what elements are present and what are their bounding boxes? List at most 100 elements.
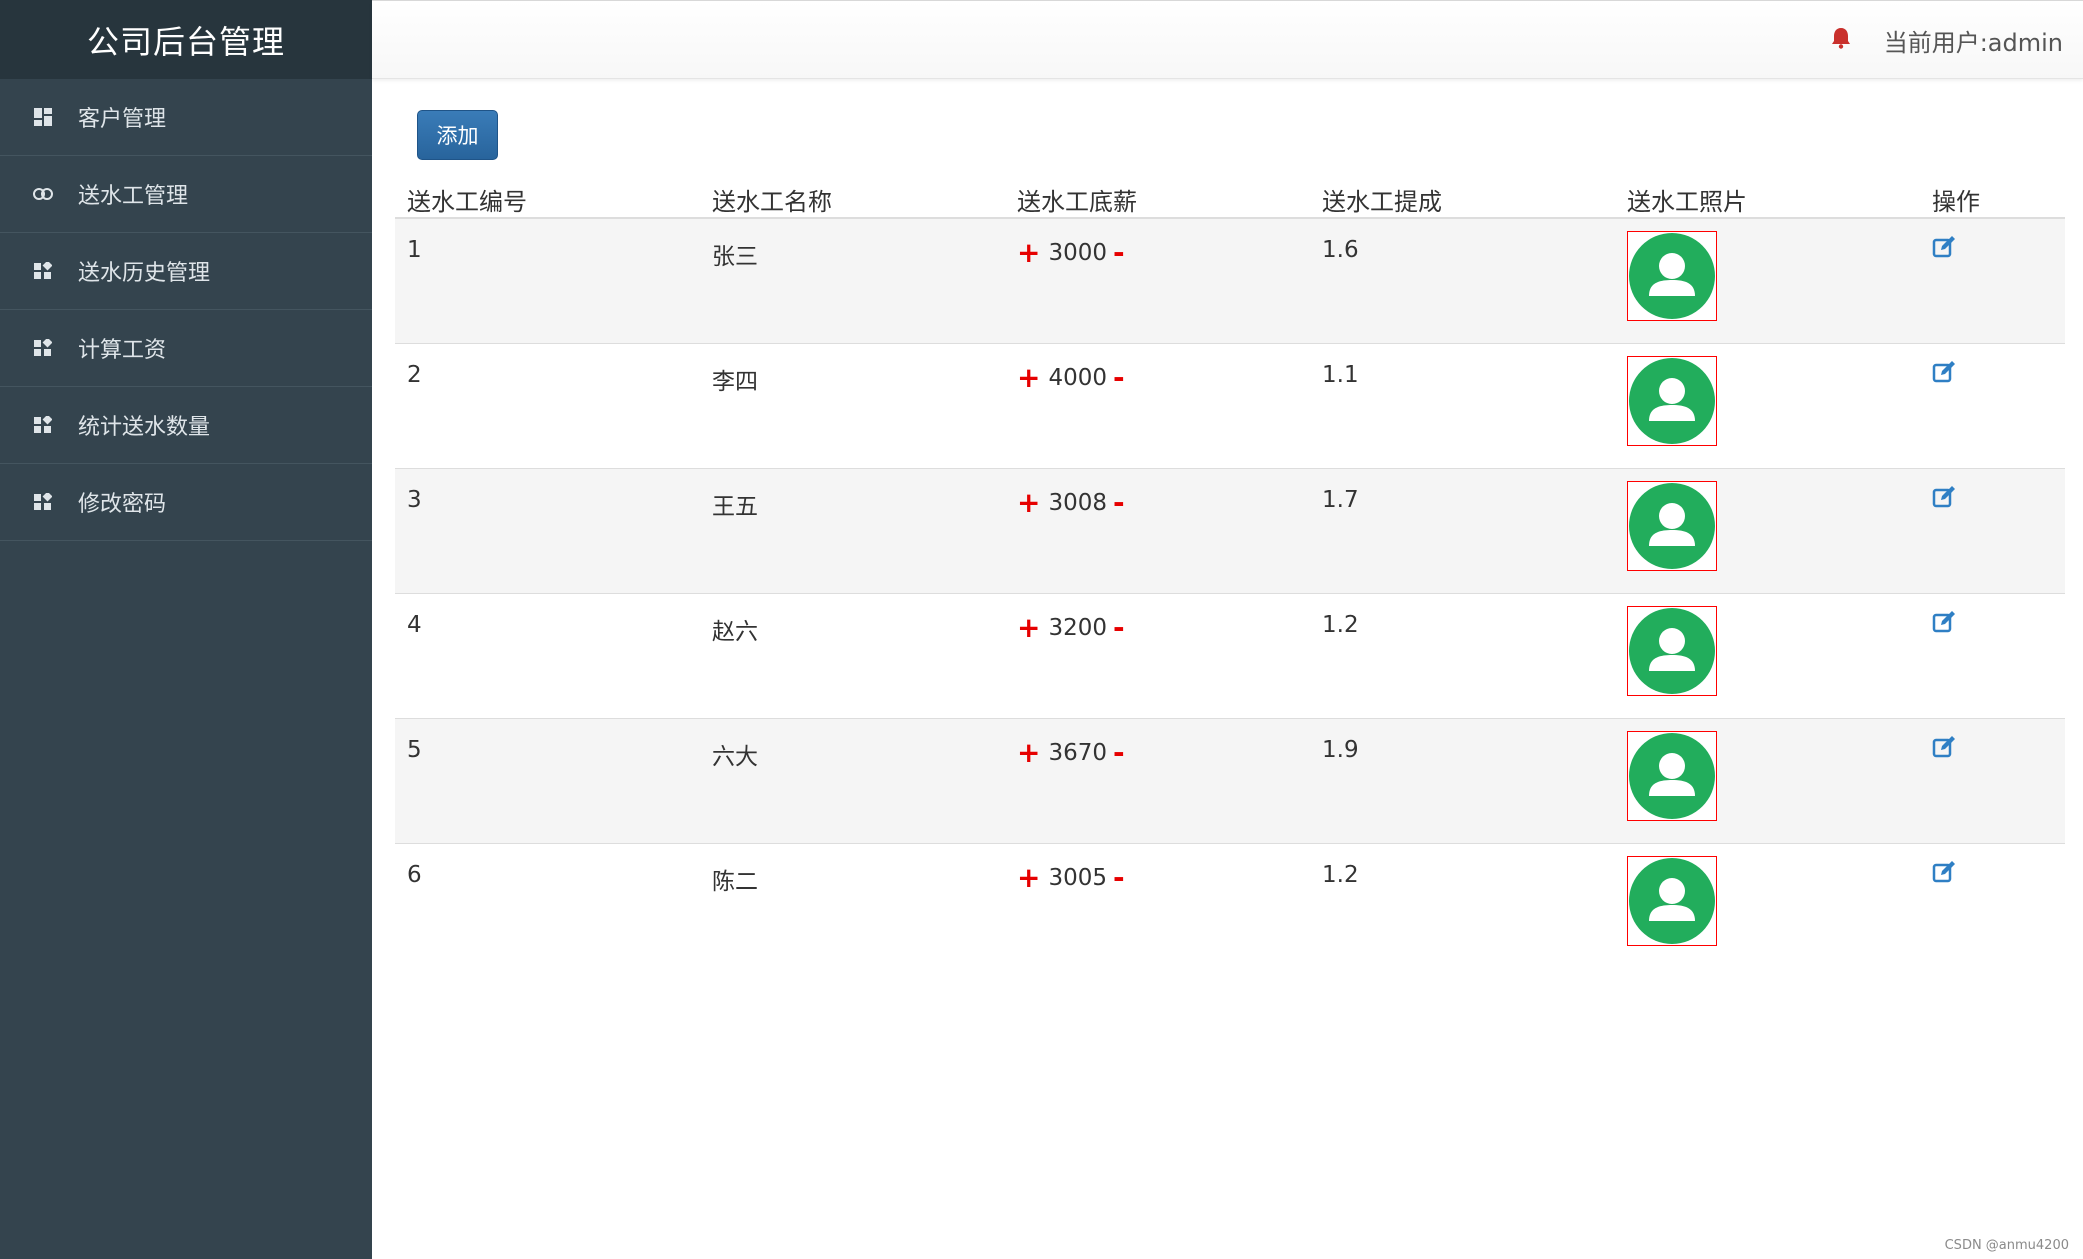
table-row: 6 陈二 + 3005 - 1.2 bbox=[395, 844, 2065, 969]
salary-value: 3008 bbox=[1048, 490, 1108, 516]
cell-salary: + 3670 - bbox=[1017, 739, 1125, 767]
dashboard-icon bbox=[32, 106, 54, 128]
edit-icon[interactable] bbox=[1932, 360, 1958, 386]
worker-photo bbox=[1627, 356, 1717, 446]
edit-icon[interactable] bbox=[1932, 235, 1958, 261]
avatar-icon bbox=[1629, 358, 1715, 444]
avatar-icon bbox=[1629, 858, 1715, 944]
cell-name: 陈二 bbox=[712, 869, 758, 895]
increase-salary-button[interactable]: + bbox=[1017, 739, 1040, 767]
worker-photo bbox=[1627, 481, 1717, 571]
widgets-icon bbox=[32, 414, 54, 436]
table-row: 1 张三 + 3000 - 1.6 bbox=[395, 219, 2065, 344]
table-row: 4 赵六 + 3200 - 1.2 bbox=[395, 594, 2065, 719]
current-user-label: 当前用户:admin bbox=[1883, 29, 2063, 57]
increase-salary-button[interactable]: + bbox=[1017, 239, 1040, 267]
widgets-icon bbox=[32, 337, 54, 359]
column-header-actions: 操作 bbox=[1932, 188, 1980, 216]
edit-icon[interactable] bbox=[1932, 735, 1958, 761]
cell-salary: + 3008 - bbox=[1017, 489, 1125, 517]
link-icon bbox=[32, 183, 54, 205]
worker-photo bbox=[1627, 606, 1717, 696]
cell-id: 1 bbox=[407, 237, 422, 263]
table-row: 3 王五 + 3008 - 1.7 bbox=[395, 469, 2065, 594]
sidebar-item-calc-salary[interactable]: 计算工资 bbox=[0, 310, 372, 387]
cell-commission: 1.7 bbox=[1322, 487, 1359, 513]
salary-value: 3670 bbox=[1048, 740, 1108, 766]
worker-photo bbox=[1627, 856, 1717, 946]
cell-salary: + 3005 - bbox=[1017, 864, 1125, 892]
widgets-icon bbox=[32, 260, 54, 282]
cell-id: 2 bbox=[407, 362, 422, 388]
decrease-salary-button[interactable]: - bbox=[1113, 364, 1125, 392]
cell-name: 张三 bbox=[712, 244, 758, 270]
cell-commission: 1.1 bbox=[1322, 362, 1359, 388]
edit-icon[interactable] bbox=[1932, 485, 1958, 511]
cell-salary: + 3200 - bbox=[1017, 614, 1125, 642]
increase-salary-button[interactable]: + bbox=[1017, 864, 1040, 892]
salary-value: 3000 bbox=[1048, 240, 1108, 266]
cell-name: 王五 bbox=[712, 494, 758, 520]
sidebar-item-label: 送水历史管理 bbox=[78, 261, 211, 286]
avatar-icon bbox=[1629, 733, 1715, 819]
sidebar-item-label: 统计送水数量 bbox=[78, 415, 211, 440]
cell-name: 赵六 bbox=[712, 619, 758, 645]
sidebar-item-change-password[interactable]: 修改密码 bbox=[0, 464, 372, 541]
worker-photo bbox=[1627, 731, 1717, 821]
bell-icon[interactable] bbox=[1831, 27, 1853, 53]
column-header-commission: 送水工提成 bbox=[1322, 188, 1442, 216]
widgets-icon bbox=[32, 491, 54, 513]
increase-salary-button[interactable]: + bbox=[1017, 614, 1040, 642]
column-header-photo: 送水工照片 bbox=[1627, 188, 1747, 216]
salary-value: 4000 bbox=[1048, 365, 1108, 391]
decrease-salary-button[interactable]: - bbox=[1113, 489, 1125, 517]
avatar-icon bbox=[1629, 608, 1715, 694]
avatar-icon bbox=[1629, 233, 1715, 319]
column-header-salary: 送水工底薪 bbox=[1017, 188, 1137, 216]
decrease-salary-button[interactable]: - bbox=[1113, 739, 1125, 767]
cell-commission: 1.9 bbox=[1322, 737, 1359, 763]
top-header: 当前用户:admin bbox=[372, 0, 2083, 79]
column-header-id: 送水工编号 bbox=[407, 188, 527, 216]
table-header: 送水工编号 送水工名称 送水工底薪 送水工提成 送水工照片 操作 bbox=[395, 170, 2065, 219]
main-content: 添加 送水工编号 送水工名称 送水工底薪 送水工提成 送水工照片 操作 1 张三… bbox=[372, 80, 2083, 1259]
cell-commission: 1.2 bbox=[1322, 612, 1359, 638]
sidebar: 公司后台管理 客户管理 送水工管理 送水历史管理 计算工资 统计送水数量 修改密… bbox=[0, 0, 372, 1259]
edit-icon[interactable] bbox=[1932, 610, 1958, 636]
cell-id: 5 bbox=[407, 737, 422, 763]
cell-commission: 1.6 bbox=[1322, 237, 1359, 263]
worker-photo bbox=[1627, 231, 1717, 321]
decrease-salary-button[interactable]: - bbox=[1113, 614, 1125, 642]
cell-id: 4 bbox=[407, 612, 422, 638]
salary-value: 3200 bbox=[1048, 615, 1108, 641]
cell-id: 3 bbox=[407, 487, 422, 513]
edit-icon[interactable] bbox=[1932, 860, 1958, 886]
add-button[interactable]: 添加 bbox=[417, 110, 498, 160]
sidebar-item-delivery-history[interactable]: 送水历史管理 bbox=[0, 233, 372, 310]
cell-name: 李四 bbox=[712, 369, 758, 395]
column-header-name: 送水工名称 bbox=[712, 188, 832, 216]
sidebar-item-water-workers[interactable]: 送水工管理 bbox=[0, 156, 372, 233]
increase-salary-button[interactable]: + bbox=[1017, 364, 1040, 392]
avatar-icon bbox=[1629, 483, 1715, 569]
sidebar-item-delivery-stats[interactable]: 统计送水数量 bbox=[0, 387, 372, 464]
increase-salary-button[interactable]: + bbox=[1017, 489, 1040, 517]
cell-id: 6 bbox=[407, 862, 422, 888]
watermark: CSDN @anmu4200 bbox=[1944, 1238, 2069, 1253]
cell-salary: + 3000 - bbox=[1017, 239, 1125, 267]
sidebar-item-label: 送水工管理 bbox=[78, 184, 189, 209]
decrease-salary-button[interactable]: - bbox=[1113, 864, 1125, 892]
sidebar-item-label: 计算工资 bbox=[78, 338, 167, 363]
cell-salary: + 4000 - bbox=[1017, 364, 1125, 392]
decrease-salary-button[interactable]: - bbox=[1113, 239, 1125, 267]
workers-table: 送水工编号 送水工名称 送水工底薪 送水工提成 送水工照片 操作 1 张三 + … bbox=[395, 170, 2065, 969]
brand-title: 公司后台管理 bbox=[0, 0, 372, 79]
cell-commission: 1.2 bbox=[1322, 862, 1359, 888]
cell-name: 六大 bbox=[712, 744, 758, 770]
sidebar-item-label: 客户管理 bbox=[78, 107, 167, 132]
sidebar-item-label: 修改密码 bbox=[78, 492, 167, 517]
app-root: 公司后台管理 客户管理 送水工管理 送水历史管理 计算工资 统计送水数量 修改密… bbox=[0, 0, 2083, 1259]
table-row: 2 李四 + 4000 - 1.1 bbox=[395, 344, 2065, 469]
salary-value: 3005 bbox=[1048, 865, 1108, 891]
sidebar-item-customers[interactable]: 客户管理 bbox=[0, 79, 372, 156]
